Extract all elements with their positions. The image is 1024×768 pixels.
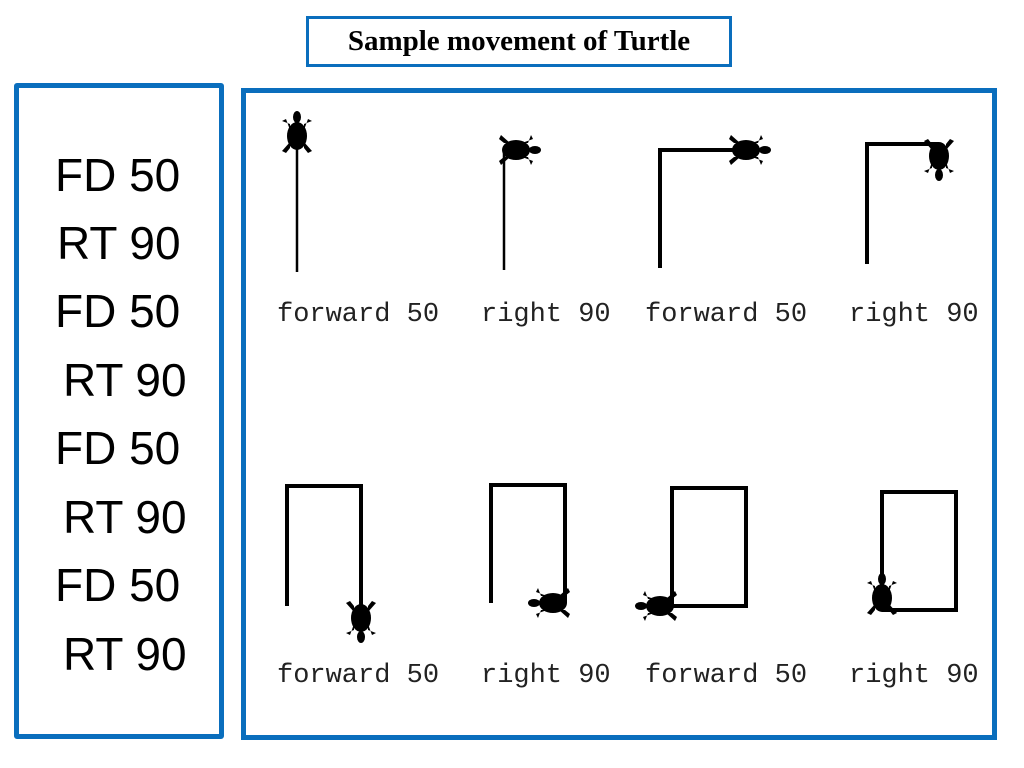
command-1: FD 50 (55, 149, 181, 201)
command-3: FD 50 (55, 285, 181, 337)
page-title: Sample movement of Turtle (347, 25, 691, 57)
command-8: RT 90 (63, 628, 187, 680)
step-label-3: forward 50 (645, 300, 808, 330)
step-label-6: right 90 (481, 661, 611, 691)
title-box: Sample movement of Turtle (306, 16, 732, 67)
step-label-1: forward 50 (277, 300, 440, 330)
step-label-8: right 90 (849, 661, 979, 691)
command-6: RT 90 (63, 491, 187, 543)
turtle-steps-panel (241, 88, 997, 740)
command-5: FD 50 (55, 422, 181, 474)
step-label-4: right 90 (849, 300, 979, 330)
command-2: RT 90 (57, 217, 181, 269)
command-4: RT 90 (63, 354, 187, 406)
command-7: FD 50 (55, 559, 181, 611)
step-label-5: forward 50 (277, 661, 440, 691)
step-label-7: forward 50 (645, 661, 808, 691)
step-label-2: right 90 (481, 300, 611, 330)
